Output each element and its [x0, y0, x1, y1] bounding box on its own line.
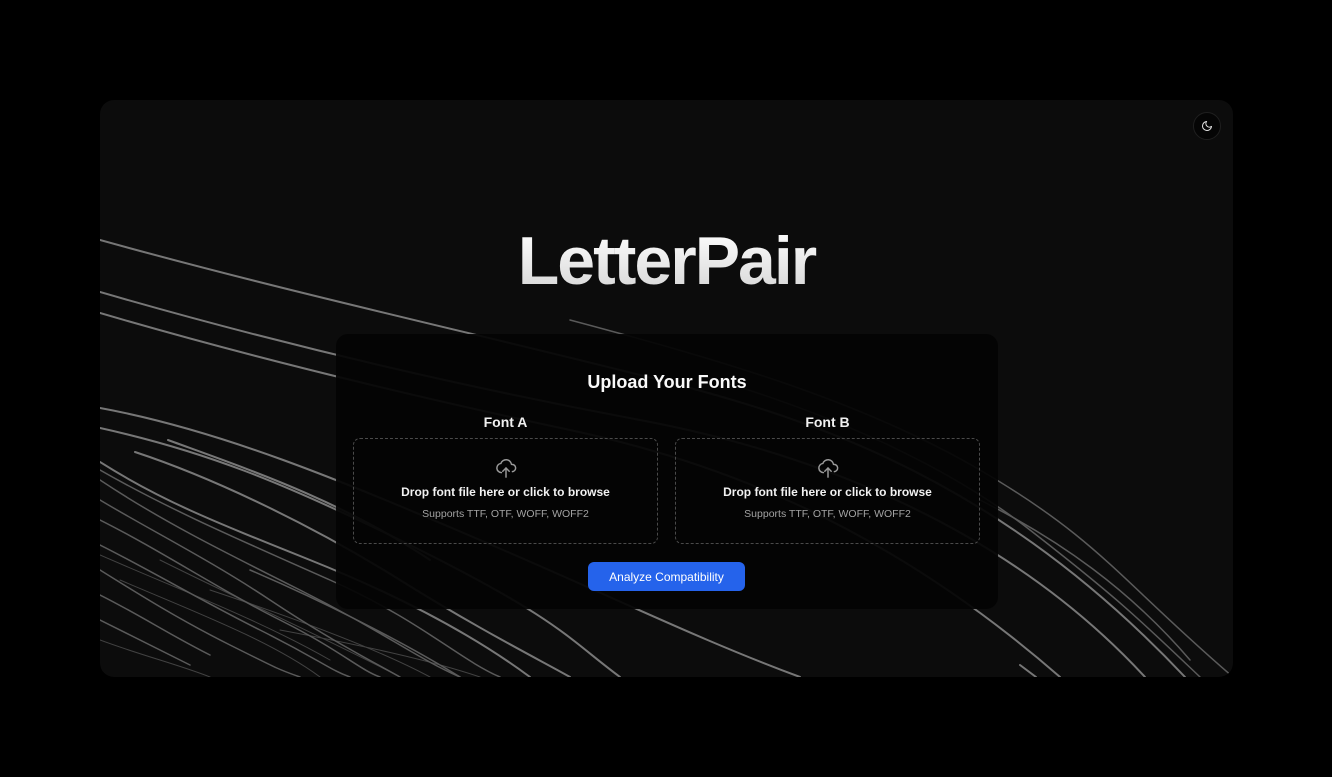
upload-cloud-icon	[817, 459, 838, 478]
font-a-supported-formats: Supports TTF, OTF, WOFF, WOFF2	[422, 508, 589, 520]
upload-cloud-icon	[495, 459, 516, 478]
app-title: LetterPair	[100, 227, 1233, 295]
font-b-dropzone[interactable]: Drop font file here or click to browse S…	[675, 438, 980, 544]
font-a-label: Font A	[483, 414, 528, 430]
font-b-section: Font B Drop font file here or click to b…	[675, 414, 980, 544]
analyze-compatibility-button[interactable]: Analyze Compatibility	[588, 562, 745, 591]
app-panel: LetterPair Upload Your Fonts Font A Drop…	[100, 100, 1233, 677]
font-a-dropzone[interactable]: Drop font file here or click to browse S…	[353, 438, 658, 544]
upload-card: Upload Your Fonts Font A Drop font file …	[336, 334, 998, 609]
font-a-section: Font A Drop font file here or click to b…	[353, 414, 658, 544]
font-a-drop-text: Drop font file here or click to browse	[401, 485, 610, 499]
font-b-supported-formats: Supports TTF, OTF, WOFF, WOFF2	[744, 508, 911, 520]
theme-toggle-button[interactable]	[1193, 112, 1221, 140]
moon-icon	[1202, 121, 1212, 131]
upload-heading: Upload Your Fonts	[587, 372, 747, 392]
font-b-drop-text: Drop font file here or click to browse	[723, 485, 932, 499]
font-b-label: Font B	[805, 414, 850, 430]
